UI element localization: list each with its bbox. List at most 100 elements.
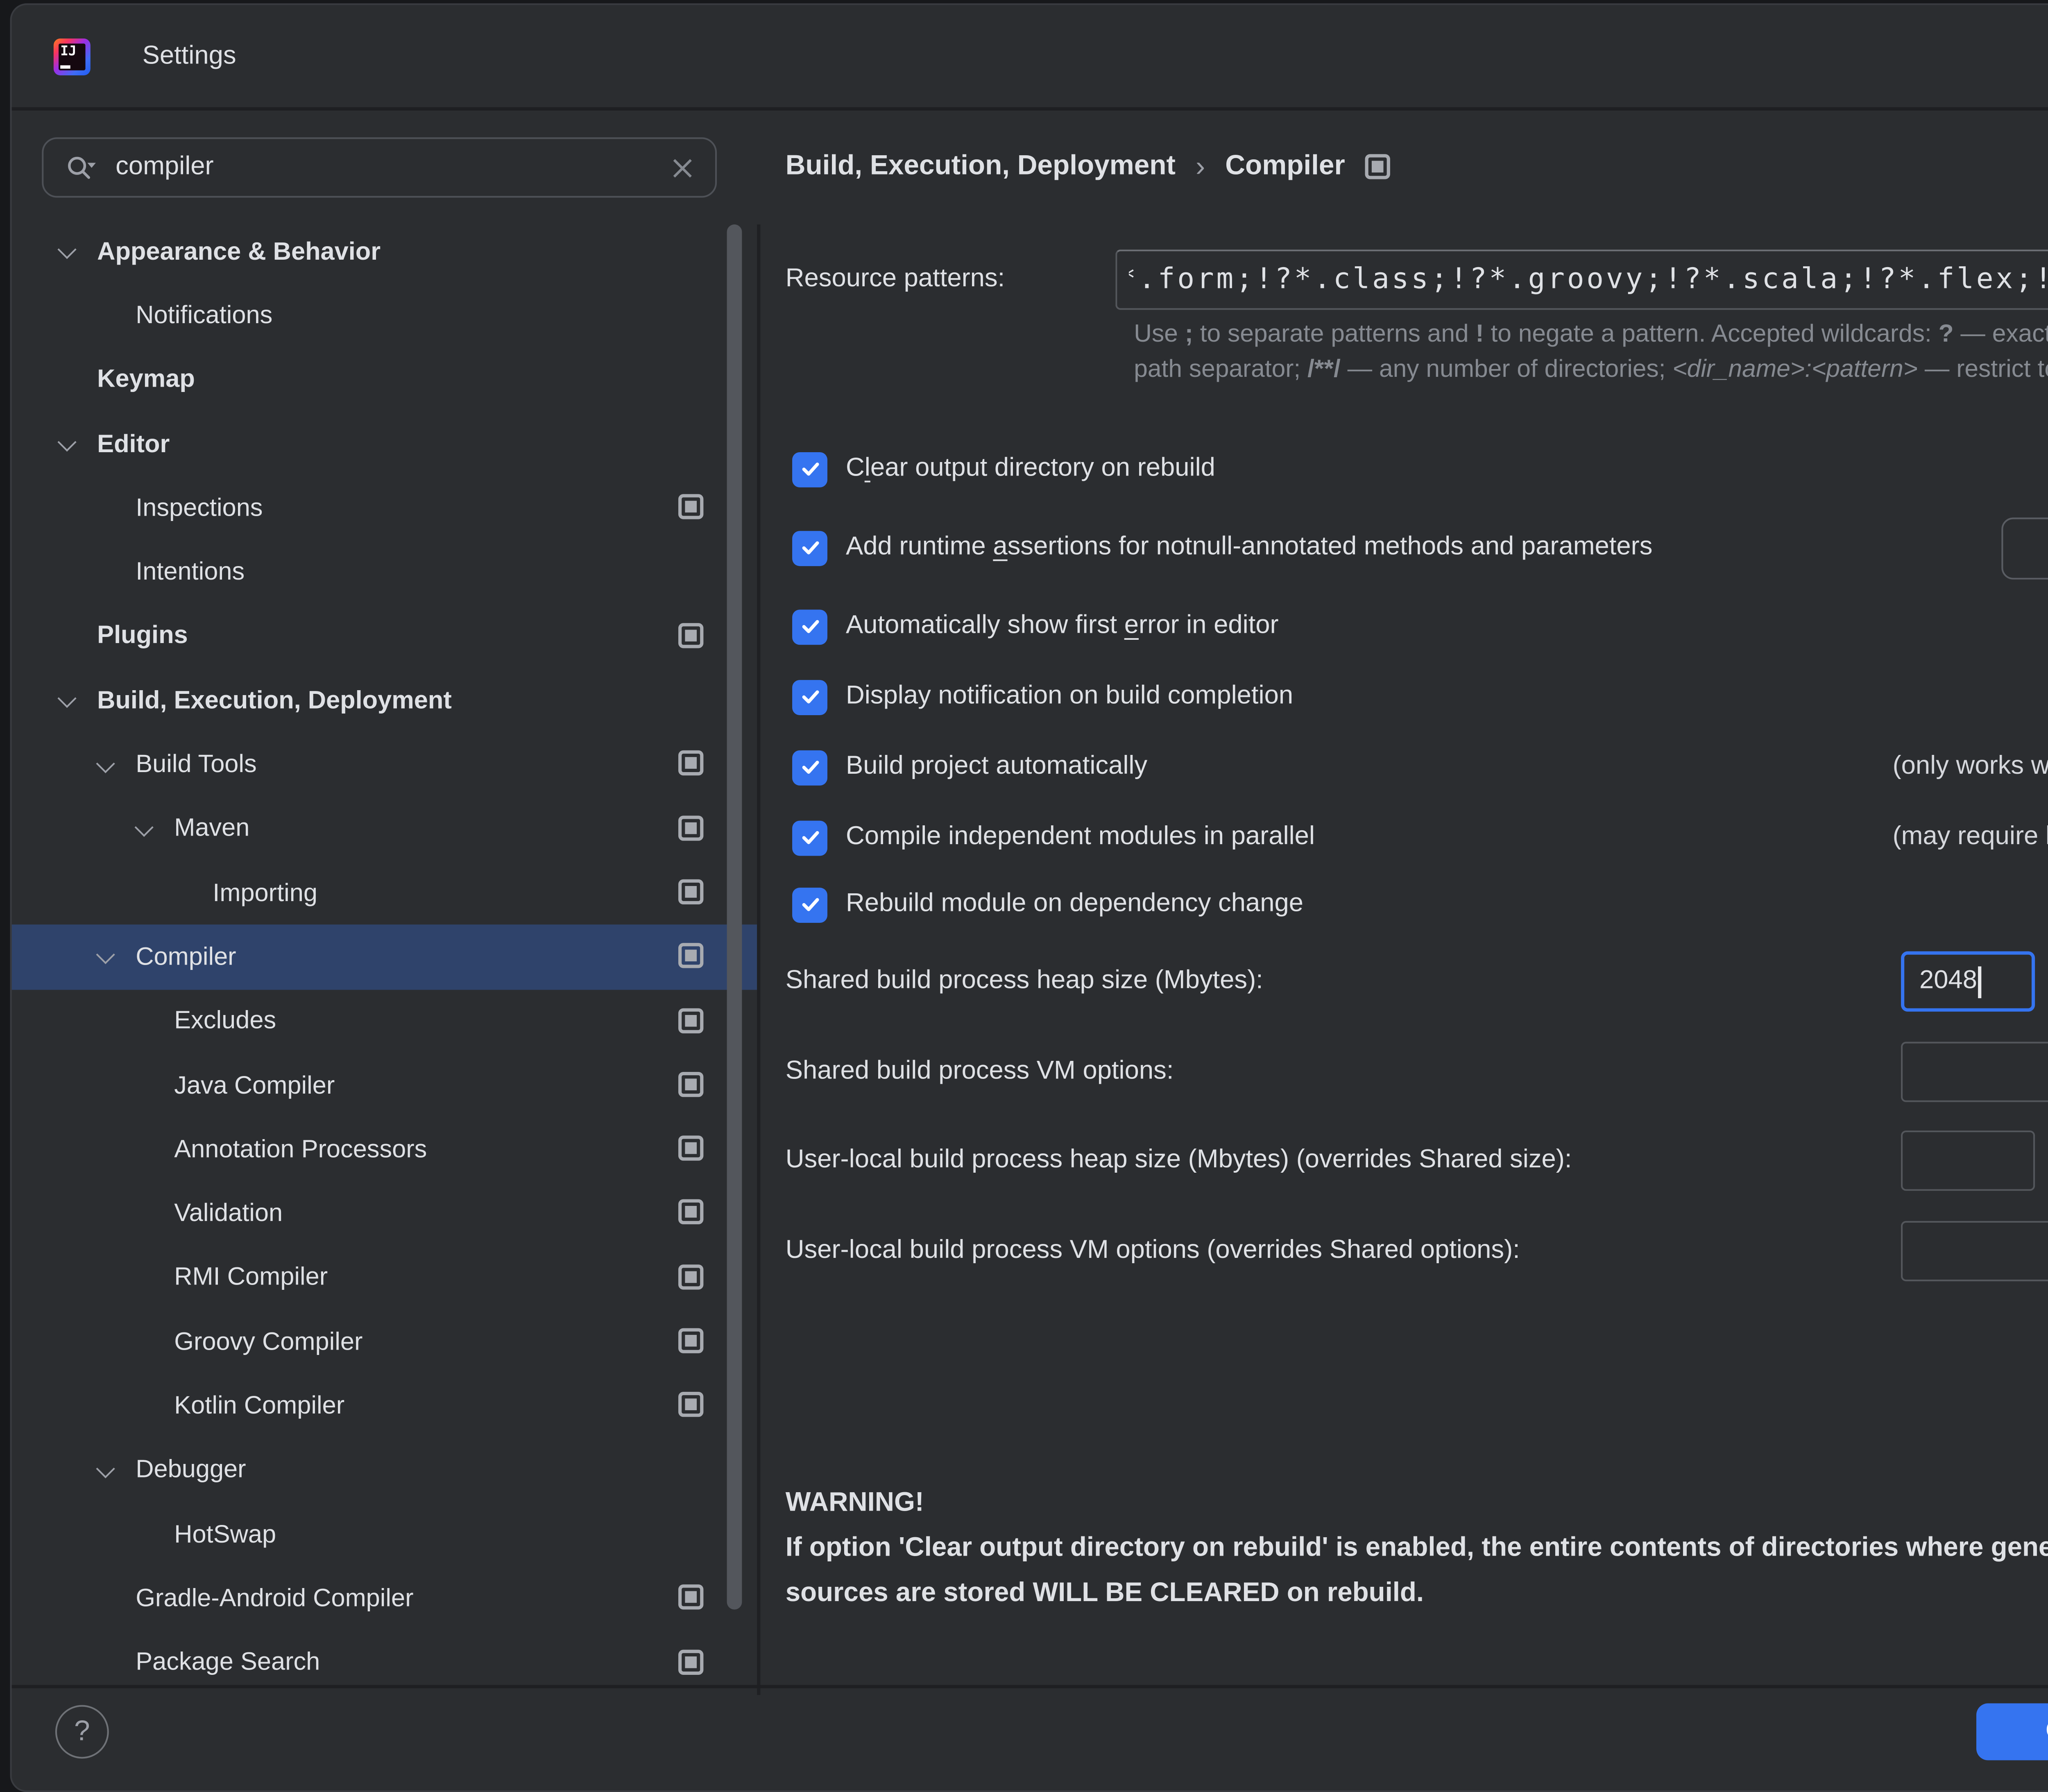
chevron-down-icon (54, 366, 80, 393)
sidebar-item-build-tools[interactable]: Build Tools (12, 732, 757, 797)
settings-tree: Appearance & Behavior Notifications Keymap… (12, 220, 757, 1695)
checkbox-row-display-notification-on-build-completion: Display notification on build completion (792, 665, 1293, 728)
sidebar-item-hotswap[interactable]: HotSwap (12, 1502, 757, 1567)
sidebar-item-notifications[interactable]: Notifications (12, 283, 757, 348)
search-icon (65, 152, 99, 183)
field-label-user-local-build-process-heap-size-mbyte: User-local build process heap size (Mbyt… (786, 1130, 1572, 1191)
checkbox-checked-icon[interactable] (792, 679, 827, 714)
sidebar-item-label: Keymap (97, 365, 195, 394)
field-value: 2048 (1919, 966, 1977, 997)
open-in-editor-icon[interactable] (678, 879, 703, 904)
open-in-editor-icon[interactable] (678, 623, 703, 648)
configure-annotations-button[interactable]: Configure annotations... (2001, 518, 2048, 580)
chevron-down-icon[interactable] (92, 944, 119, 970)
checkbox-checked-icon[interactable] (792, 820, 827, 855)
chevron-down-icon[interactable] (54, 687, 80, 714)
sidebar-item-label: Validation (174, 1199, 283, 1228)
chevron-down-icon (131, 1328, 157, 1355)
checkbox-note: (may require larger heap size) (1893, 822, 2048, 853)
sidebar-item-inspections[interactable]: Inspections (12, 476, 757, 540)
field-input-user-local-build-process-vm-options-over[interactable] (1901, 1221, 2048, 1281)
open-in-editor-icon[interactable] (678, 815, 703, 840)
field-label-user-local-build-process-vm-options-over: User-local build process VM options (ove… (786, 1221, 1520, 1281)
chevron-down-icon[interactable] (54, 430, 80, 457)
sidebar-item-plugins[interactable]: Plugins (12, 604, 757, 668)
chevron-down-icon[interactable] (54, 238, 80, 265)
clear-search-icon[interactable] (672, 156, 693, 178)
sidebar-item-importing[interactable]: Importing (12, 861, 757, 925)
open-in-editor-icon[interactable] (678, 1008, 703, 1033)
sidebar-item-label: Inspections (136, 494, 263, 523)
field-input-user-local-build-process-heap-size-mbyte[interactable] (1901, 1130, 2035, 1191)
sidebar-item-annotation-processors[interactable]: Annotation Processors (12, 1117, 757, 1182)
title-bar: IJ Settings (12, 5, 2048, 111)
open-in-editor-icon[interactable] (678, 1136, 703, 1161)
checkbox-label: Display notification on build completion (846, 682, 1293, 712)
open-in-editor-icon[interactable] (678, 494, 703, 519)
checkbox-checked-icon[interactable] (792, 609, 827, 644)
sidebar-item-label: Debugger (136, 1456, 246, 1484)
warning-line: WARNING! (786, 1481, 2048, 1526)
sidebar-item-label: Package Search (136, 1648, 320, 1677)
sidebar-item-keymap[interactable]: Keymap (12, 348, 757, 412)
sidebar-item-label: Build Tools (136, 750, 257, 779)
sidebar-item-label: Build, Execution, Deployment (97, 686, 452, 715)
open-in-editor-icon[interactable] (678, 1392, 703, 1417)
warning-line: sources are stored WILL BE CLEARED on re… (786, 1571, 2048, 1616)
open-in-editor-icon[interactable] (678, 1328, 703, 1353)
breadcrumb-root[interactable]: Build, Execution, Deployment (786, 151, 1176, 183)
sidebar-item-maven[interactable]: Maven (12, 797, 757, 861)
open-in-editor-icon[interactable] (678, 751, 703, 776)
sidebar-item-label: Groovy Compiler (174, 1328, 362, 1356)
open-in-editor-icon[interactable] (678, 943, 703, 968)
sidebar-item-label: Kotlin Compiler (174, 1392, 344, 1420)
checkbox-checked-icon[interactable] (792, 750, 827, 785)
sidebar-item-kotlin-compiler[interactable]: Kotlin Compiler (12, 1374, 757, 1438)
chevron-down-icon[interactable] (92, 1457, 119, 1484)
sidebar-scrollbar[interactable] (727, 224, 742, 1610)
chevron-down-icon (131, 1393, 157, 1419)
sidebar-item-label: RMI Compiler (174, 1264, 328, 1292)
settings-search-field[interactable] (42, 137, 717, 197)
sidebar-item-appearance-behavior[interactable]: Appearance & Behavior (12, 220, 757, 284)
checkbox-row-automatically-show-first-error-in-editor: Automatically show first error in editor (792, 595, 1279, 658)
resource-patterns-field[interactable]: *.form;!?*.class;!?*.groovy;!?*.scala;!?… (1115, 249, 2048, 310)
checkbox-checked-icon[interactable] (792, 530, 827, 565)
sidebar-item-validation[interactable]: Validation (12, 1182, 757, 1246)
checkbox-row-compile-independent-modules-in-parallel: Compile independent modules in parallel(… (792, 806, 1315, 869)
checkbox-checked-icon[interactable] (792, 887, 827, 922)
sidebar-item-rmi-compiler[interactable]: RMI Compiler (12, 1246, 757, 1310)
search-input[interactable] (116, 152, 672, 183)
checkbox-checked-icon[interactable] (792, 451, 827, 487)
sidebar-item-gradle-android-compiler[interactable]: Gradle-Android Compiler (12, 1566, 757, 1631)
open-in-editor-icon[interactable] (678, 1200, 703, 1225)
open-in-editor-icon[interactable] (1365, 154, 1390, 179)
chevron-down-icon (169, 879, 196, 906)
field-input-shared-build-process-vm-options[interactable] (1901, 1042, 2048, 1102)
chevron-down-icon (92, 495, 119, 521)
sidebar-item-compiler[interactable]: Compiler (12, 925, 757, 989)
chevron-down-icon[interactable] (131, 816, 157, 842)
sidebar-item-java-compiler[interactable]: Java Compiler (12, 1053, 757, 1117)
sidebar-item-build-execution-deployment[interactable]: Build, Execution, Deployment (12, 668, 757, 733)
field-input-shared-build-process-heap-size-mbytes[interactable]: 2048 (1901, 952, 2035, 1012)
sidebar-item-debugger[interactable]: Debugger (12, 1438, 757, 1502)
sidebar-item-groovy-compiler[interactable]: Groovy Compiler (12, 1310, 757, 1374)
chevron-down-icon[interactable] (92, 751, 119, 778)
sidebar-item-excludes[interactable]: Excludes (12, 989, 757, 1053)
open-in-editor-icon[interactable] (678, 1072, 703, 1096)
ok-button[interactable]: OK (1976, 1704, 2048, 1760)
sidebar-item-label: Notifications (136, 301, 272, 330)
sidebar-item-label: Maven (174, 815, 249, 843)
open-in-editor-icon[interactable] (678, 1264, 703, 1289)
help-button[interactable]: ? (55, 1705, 109, 1759)
open-in-editor-icon[interactable] (678, 1585, 703, 1610)
sidebar-item-intentions[interactable]: Intentions (12, 540, 757, 605)
checkbox-note: (only works while not running / debuggin… (1893, 752, 2048, 782)
sidebar-item-editor[interactable]: Editor (12, 412, 757, 476)
settings-dialog: IJ Settings Build, Executio (10, 3, 2048, 1792)
warning-text: WARNING! If option 'Clear output directo… (786, 1481, 2048, 1616)
breadcrumb-current: Compiler (1225, 151, 1345, 183)
open-in-editor-icon[interactable] (678, 1649, 703, 1674)
checkbox-label: Rebuild module on dependency change (846, 889, 1303, 920)
